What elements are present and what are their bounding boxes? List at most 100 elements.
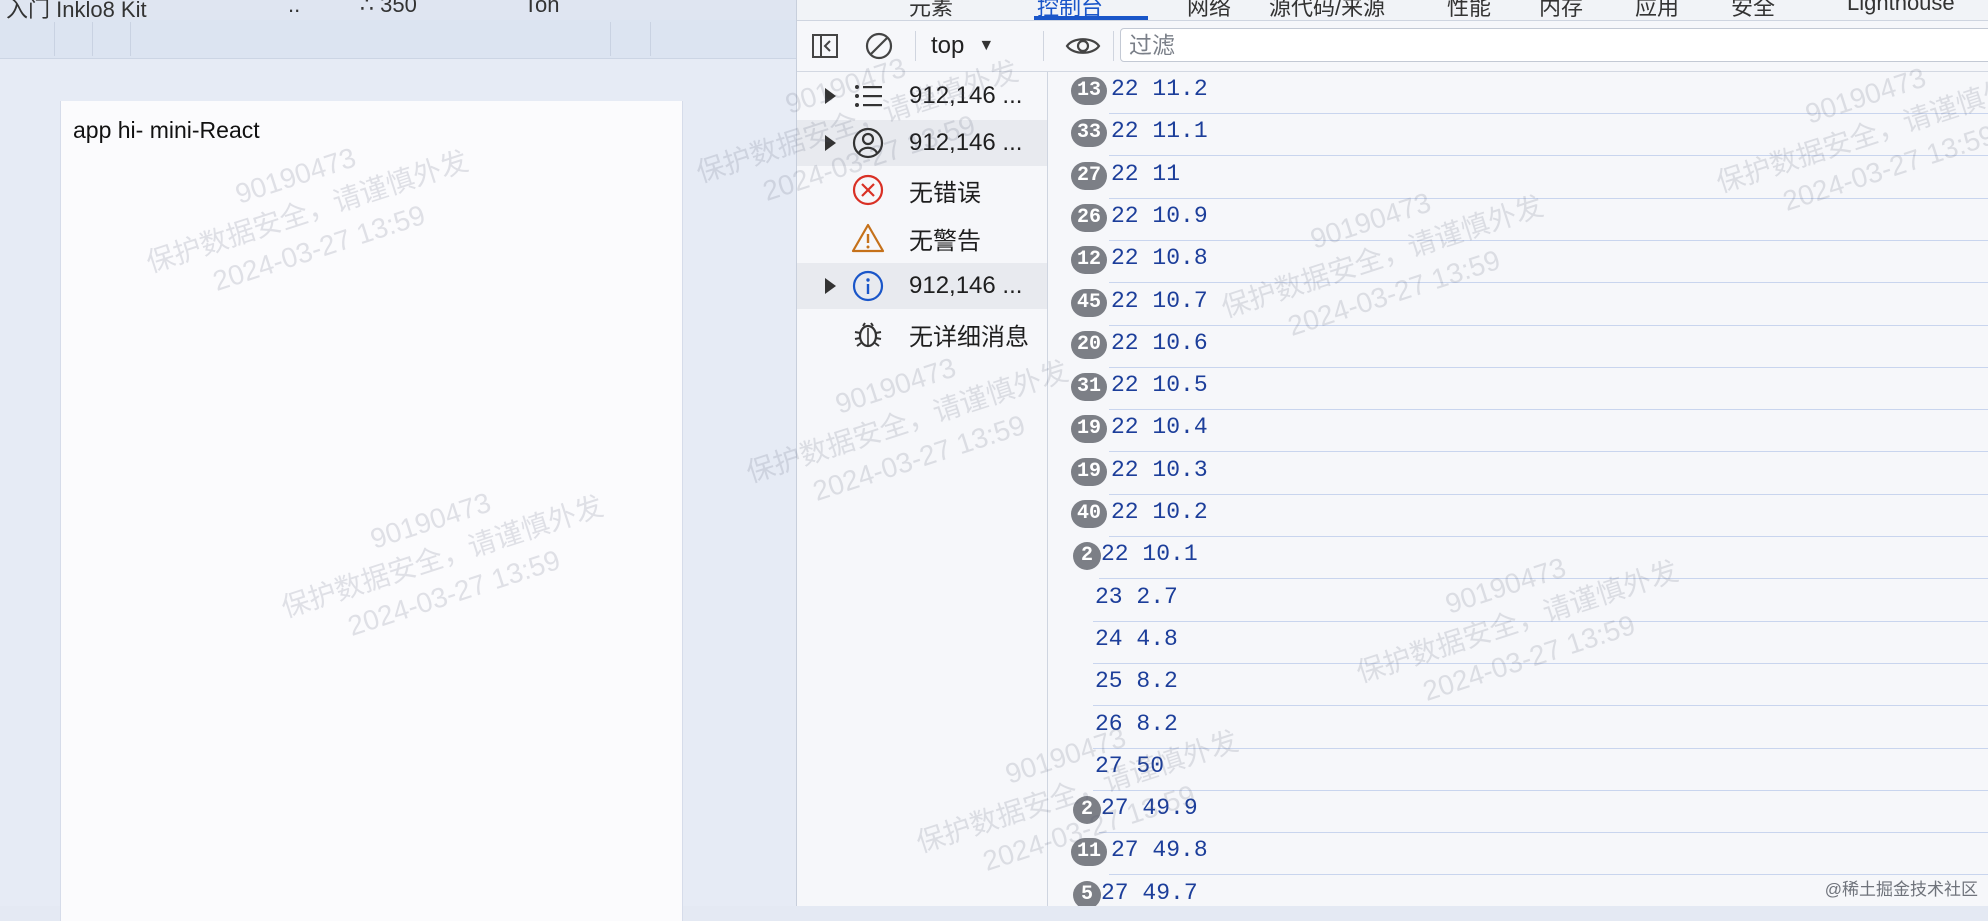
sidebar-item-label: 无警告	[909, 227, 981, 255]
repeat-count-badge: 2	[1073, 542, 1101, 571]
repeat-count-badge: 19	[1071, 415, 1108, 444]
console-message-text: 26 8.2	[1095, 710, 1178, 737]
page-content: app hi- mini-React	[60, 101, 683, 921]
toolbar-segment[interactable]	[130, 22, 611, 56]
tab-performance[interactable]: 性能	[1447, 0, 1491, 20]
toolbar-divider	[1113, 31, 1114, 61]
sidebar-item-info[interactable]: 912,146 ...	[797, 263, 1047, 309]
repeat-count-badge: 19	[1071, 457, 1108, 486]
tab-network[interactable]: 网络	[1187, 0, 1231, 20]
toolbar-segment[interactable]	[54, 22, 93, 56]
console-message-row[interactable]: 13 22 11.2	[1049, 72, 1988, 114]
repeat-count-badge: 33	[1071, 119, 1108, 148]
warning-icon	[851, 221, 885, 255]
tab-memory[interactable]: 内存	[1539, 0, 1583, 20]
toolbar-segment[interactable]	[0, 22, 55, 56]
sidebar-item-label: 912,146 ...	[909, 129, 1023, 156]
console-message-text: 27 49.9	[1101, 795, 1198, 822]
live-expression-eye-icon[interactable]	[1063, 30, 1103, 62]
active-tab-indicator	[1034, 16, 1148, 20]
sidebar-item-messages[interactable]: 912,146 ...	[797, 73, 1047, 119]
console-message-row[interactable]: 26 22 10.9	[1049, 199, 1988, 241]
sidebar-item-user-messages[interactable]: 912,146 ...	[797, 120, 1047, 166]
console-message-row[interactable]: 2 22 10.1	[1049, 537, 1988, 580]
sidebar-item-label: 912,146 ...	[909, 272, 1023, 299]
console-message-text: 22 10.2	[1111, 499, 1208, 525]
console-message-text: 22 11.1	[1111, 118, 1208, 145]
console-message-row[interactable]: 26 8.2	[1049, 707, 1988, 749]
toolbar-segment[interactable]	[610, 22, 651, 56]
tab-lighthouse[interactable]: Lighthouse	[1847, 0, 1955, 16]
tab-elements[interactable]: 元素	[909, 0, 953, 20]
console-message-text: 22 11	[1111, 160, 1181, 187]
repeat-count-badge: 12	[1071, 246, 1108, 275]
repeat-count-badge: 5	[1073, 880, 1101, 906]
repeat-count-badge: 26	[1071, 203, 1108, 232]
repeat-count-badge: 27	[1071, 161, 1108, 190]
toolbar-divider	[915, 31, 916, 61]
devtools-panel: 元素 控制台 网络 源代码/来源 性能 内存 应用 安全 Lighthouse …	[796, 0, 1988, 906]
page-viewport: app hi- mini-React	[0, 59, 796, 921]
repeat-count-badge: 40	[1071, 500, 1108, 528]
console-message-text: 23 2.7	[1095, 583, 1178, 610]
console-message-row[interactable]: 2 27 49.9	[1049, 791, 1988, 834]
bug-icon	[851, 317, 885, 351]
console-toolbar: top ▼	[797, 21, 1988, 72]
console-message-text: 22 10.4	[1111, 414, 1208, 441]
console-message-row[interactable]: 25 8.2	[1049, 664, 1988, 707]
console-message-text: 22 10.1	[1101, 541, 1198, 568]
sidebar-item-verbose[interactable]: 无详细消息	[797, 311, 1047, 357]
console-log: 13 22 11.2 33 22 11.1 27 22 11 26 22 10.9 12 22 1…	[1049, 72, 1988, 906]
console-message-row[interactable]: 19 22 10.3	[1049, 453, 1988, 495]
console-message-text: 22 10.5	[1111, 372, 1208, 399]
console-message-text: 22 10.6	[1111, 329, 1208, 356]
console-message-text: 27 49.8	[1111, 837, 1208, 864]
sidebar-item-label: 无详细消息	[909, 323, 1029, 351]
expand-arrow-icon[interactable]	[825, 278, 836, 294]
sidebar-item-label: 912,146 ...	[909, 82, 1023, 109]
sidebar-toggle-icon[interactable]	[809, 30, 841, 62]
console-message-row[interactable]: 33 22 11.1	[1049, 114, 1988, 157]
console-message-row[interactable]: 27 22 11	[1049, 157, 1988, 199]
console-message-row[interactable]: 19 22 10.4	[1049, 410, 1988, 453]
filter-input[interactable]	[1120, 28, 1988, 62]
tab-application[interactable]: 应用	[1635, 0, 1679, 20]
console-message-text: 22 10.8	[1111, 245, 1208, 272]
console-message-row[interactable]: 20 22 10.6	[1049, 326, 1988, 368]
repeat-count-badge: 2	[1073, 796, 1101, 825]
repeat-count-badge: 45	[1071, 288, 1108, 317]
console-message-text: 22 10.9	[1111, 202, 1208, 229]
expand-arrow-icon[interactable]	[825, 88, 836, 104]
console-message-row[interactable]: 27 50	[1049, 749, 1988, 791]
expand-arrow-icon[interactable]	[825, 135, 836, 151]
clear-console-icon[interactable]	[863, 30, 895, 62]
console-message-text: 22 10.7	[1111, 287, 1208, 314]
browser-title-bar: 入门 Inklo8 Kit .. ∴ 350 Ton	[0, 0, 796, 20]
console-message-row[interactable]: 23 2.7	[1049, 580, 1988, 622]
console-message-row[interactable]: 40 22 10.2	[1049, 495, 1988, 537]
console-message-text: 25 8.2	[1095, 668, 1178, 695]
console-message-text: 22 10.3	[1111, 456, 1208, 483]
error-icon	[851, 173, 885, 207]
context-selector[interactable]: top ▼	[931, 30, 994, 62]
title-fragment: Ton	[524, 0, 560, 17]
tab-sources[interactable]: 源代码/来源	[1269, 0, 1385, 20]
console-message-row[interactable]: 24 4.8	[1049, 622, 1988, 664]
browser-device-toolbar	[0, 20, 796, 59]
console-message-row[interactable]: 11 27 49.8	[1049, 833, 1988, 876]
console-sidebar: 912,146 ... 912,146 ... 无错误 无警告 912,146 …	[797, 72, 1048, 906]
tab-security[interactable]: 安全	[1731, 0, 1775, 20]
sidebar-item-warnings[interactable]: 无警告	[797, 215, 1047, 261]
console-message-row[interactable]: 31 22 10.5	[1049, 368, 1988, 411]
console-message-row[interactable]: 12 22 10.8	[1049, 241, 1988, 284]
toolbar-divider	[1043, 31, 1044, 61]
chevron-down-icon: ▼	[978, 37, 995, 54]
console-message-text: 24 4.8	[1095, 625, 1178, 652]
toolbar-segment[interactable]	[92, 22, 131, 56]
sidebar-item-errors[interactable]: 无错误	[797, 167, 1047, 213]
title-fragment: 入门 Inklo8 Kit	[6, 0, 147, 20]
title-fragment: ..	[288, 0, 301, 17]
console-message-row[interactable]: 45 22 10.7	[1049, 284, 1988, 326]
info-icon	[851, 269, 885, 303]
context-selector-value: top	[931, 32, 965, 59]
